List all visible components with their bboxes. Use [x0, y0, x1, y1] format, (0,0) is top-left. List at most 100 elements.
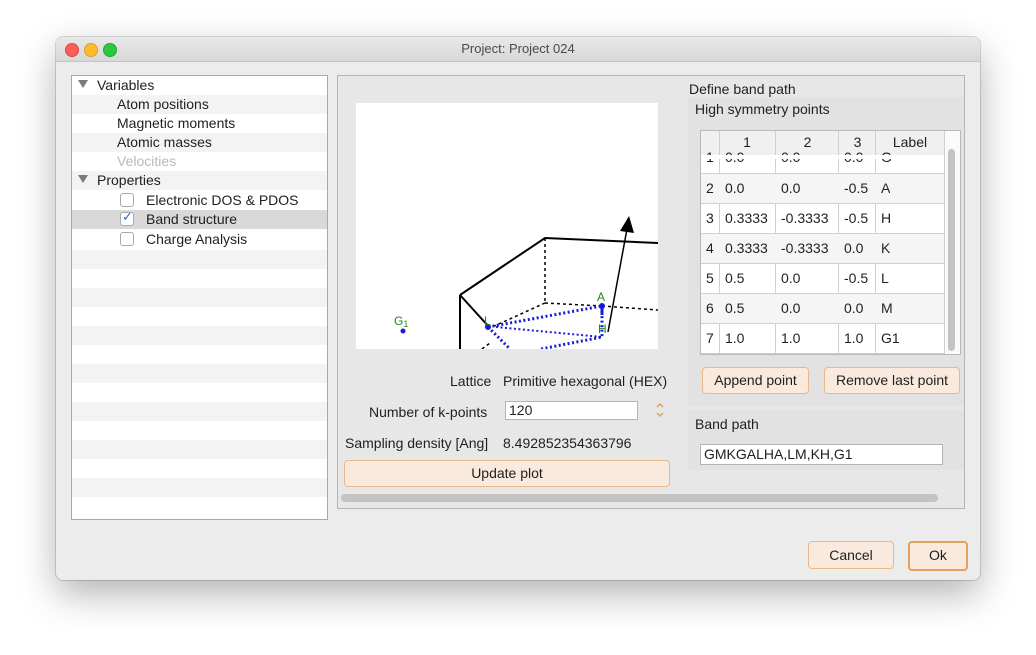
tree-item-label: Electronic DOS & PDOS [146, 192, 299, 208]
cell-label[interactable]: L [881, 264, 889, 293]
title-bar: Project: Project 024 [56, 37, 980, 62]
tree-empty-row [72, 402, 327, 421]
h-label: H [598, 322, 607, 336]
cell-k1[interactable]: 0.3333 [725, 204, 768, 233]
tree-group-variables[interactable]: Variables [72, 76, 327, 95]
band-structure-panel: G1 A L H Lattice Primitive hexagonal (HE… [337, 75, 965, 509]
cell-k1[interactable]: 0.0 [725, 174, 744, 203]
property-tree[interactable]: Variables Atom positions Magnetic moment… [71, 75, 328, 520]
cell-label[interactable]: K [881, 234, 890, 263]
horizontal-scrollbar-thumb[interactable] [341, 494, 938, 502]
charge-analysis-checkbox[interactable] [120, 232, 134, 246]
g1-label: G1 [394, 314, 408, 329]
row-number: 5 [706, 270, 714, 286]
tree-empty-row [72, 440, 327, 459]
cell-k3[interactable]: 0.0 [844, 294, 863, 323]
tree-item-label: Variables [97, 77, 155, 93]
cell-k1[interactable]: 0.5 [725, 294, 744, 323]
cell-k2[interactable]: -0.3333 [781, 234, 828, 263]
tree-group-properties[interactable]: Properties [72, 171, 327, 190]
tree-item-label: Charge Analysis [146, 231, 248, 247]
cell-k2[interactable]: 0.0 [781, 294, 800, 323]
table-scrollbar-thumb[interactable] [948, 149, 955, 351]
cell-k2[interactable]: 1.0 [781, 324, 800, 353]
tree-item-label: Band structure [146, 211, 238, 227]
cell-k3[interactable]: 0.0 [844, 234, 863, 263]
collapse-arrow-icon[interactable] [78, 175, 88, 183]
band-structure-checkbox[interactable] [120, 210, 134, 226]
band-path-line [486, 325, 512, 349]
zone-edge-hidden [601, 305, 658, 311]
cell-k2[interactable]: -0.3333 [781, 204, 828, 233]
ok-button[interactable]: Ok [908, 541, 968, 571]
band-path-title: Band path [695, 416, 759, 432]
row-number: 2 [706, 180, 714, 196]
band-path-line [495, 326, 603, 338]
window-title: Project: Project 024 [461, 41, 575, 56]
zone-edge-top [459, 236, 658, 296]
collapse-arrow-icon[interactable] [78, 80, 88, 88]
cell-k2[interactable]: 0.0 [781, 174, 800, 203]
high-symmetry-table[interactable]: 1 2 3 Label 1 0.0 0.0 0.0 G [700, 130, 961, 355]
kpoints-spinner-icon[interactable] [654, 400, 666, 420]
cell-k3[interactable]: -0.5 [844, 264, 868, 293]
update-plot-button[interactable]: Update plot [344, 460, 670, 487]
cell-k1[interactable]: 1.0 [725, 324, 744, 353]
band-path-input[interactable]: GMKGALHA,LM,KH,G1 [700, 444, 943, 465]
brillouin-zone-plot[interactable]: G1 A L H [356, 103, 658, 349]
tree-empty-row [72, 364, 327, 383]
row-number: 4 [706, 240, 714, 256]
row-number: 3 [706, 210, 714, 226]
tree-item-label: Atom positions [117, 96, 209, 112]
high-symmetry-title: High symmetry points [695, 101, 830, 117]
a-label: A [597, 290, 605, 304]
tree-item-label: Magnetic moments [117, 115, 236, 131]
row-clip [701, 155, 944, 159]
cell-label[interactable]: A [881, 174, 890, 203]
reciprocal-vector-line [607, 228, 628, 333]
tree-item-label: Atomic masses [117, 134, 212, 150]
brillouin-zone-svg: G1 A L H [394, 216, 658, 349]
l-label: L [484, 314, 491, 328]
tree-item-atomic-masses[interactable]: Atomic masses [72, 133, 327, 152]
remove-last-point-button[interactable]: Remove last point [824, 367, 960, 394]
lattice-label: Lattice [450, 373, 492, 389]
kpoints-label: Number of k-points [369, 404, 488, 420]
tree-item-label: Properties [97, 172, 161, 188]
cell-k1[interactable]: 0.5 [725, 264, 744, 293]
cell-k2[interactable]: 0.0 [781, 264, 800, 293]
row-number: 7 [706, 330, 714, 346]
tree-empty-row [72, 326, 327, 345]
cell-k3[interactable]: -0.5 [844, 174, 868, 203]
tree-item-atom-positions[interactable]: Atom positions [72, 95, 327, 114]
row-number: 6 [706, 300, 714, 316]
cell-k3[interactable]: 1.0 [844, 324, 863, 353]
zone-edge-hidden [481, 342, 491, 349]
arrow-head-icon [620, 216, 634, 233]
tree-item-electronic-dos[interactable]: Electronic DOS & PDOS [72, 191, 327, 210]
g1-point [400, 328, 406, 334]
tree-item-charge-analysis[interactable]: Charge Analysis [72, 230, 327, 249]
lattice-value: Primitive hexagonal (HEX) [503, 373, 668, 389]
tree-item-velocities: Velocities [72, 152, 327, 171]
cell-label[interactable]: M [881, 294, 893, 323]
cell-k1[interactable]: 0.3333 [725, 234, 768, 263]
tree-item-label: Velocities [117, 153, 177, 169]
zone-edge-hidden [544, 302, 603, 307]
tree-item-band-structure[interactable]: Band structure [72, 210, 327, 229]
append-point-button[interactable]: Append point [702, 367, 809, 394]
define-band-path-panel: Define band path High symmetry points 1 … [680, 76, 964, 490]
tree-item-magnetic-moments[interactable]: Magnetic moments [72, 114, 327, 133]
dos-checkbox[interactable] [120, 193, 134, 207]
cell-k3[interactable]: -0.5 [844, 204, 868, 233]
project-dialog: Project: Project 024 Variables Atom posi… [56, 37, 980, 580]
cell-label[interactable]: G1 [881, 324, 900, 353]
tree-empty-row [72, 288, 327, 307]
define-band-path-title: Define band path [689, 81, 796, 97]
tree-empty-row [72, 250, 327, 269]
tree-empty-row [72, 478, 327, 497]
cancel-button[interactable]: Cancel [808, 541, 894, 569]
kpoints-input[interactable]: 120 [505, 401, 638, 420]
density-label: Sampling density [Ang] [345, 435, 489, 451]
cell-label[interactable]: H [881, 204, 891, 233]
